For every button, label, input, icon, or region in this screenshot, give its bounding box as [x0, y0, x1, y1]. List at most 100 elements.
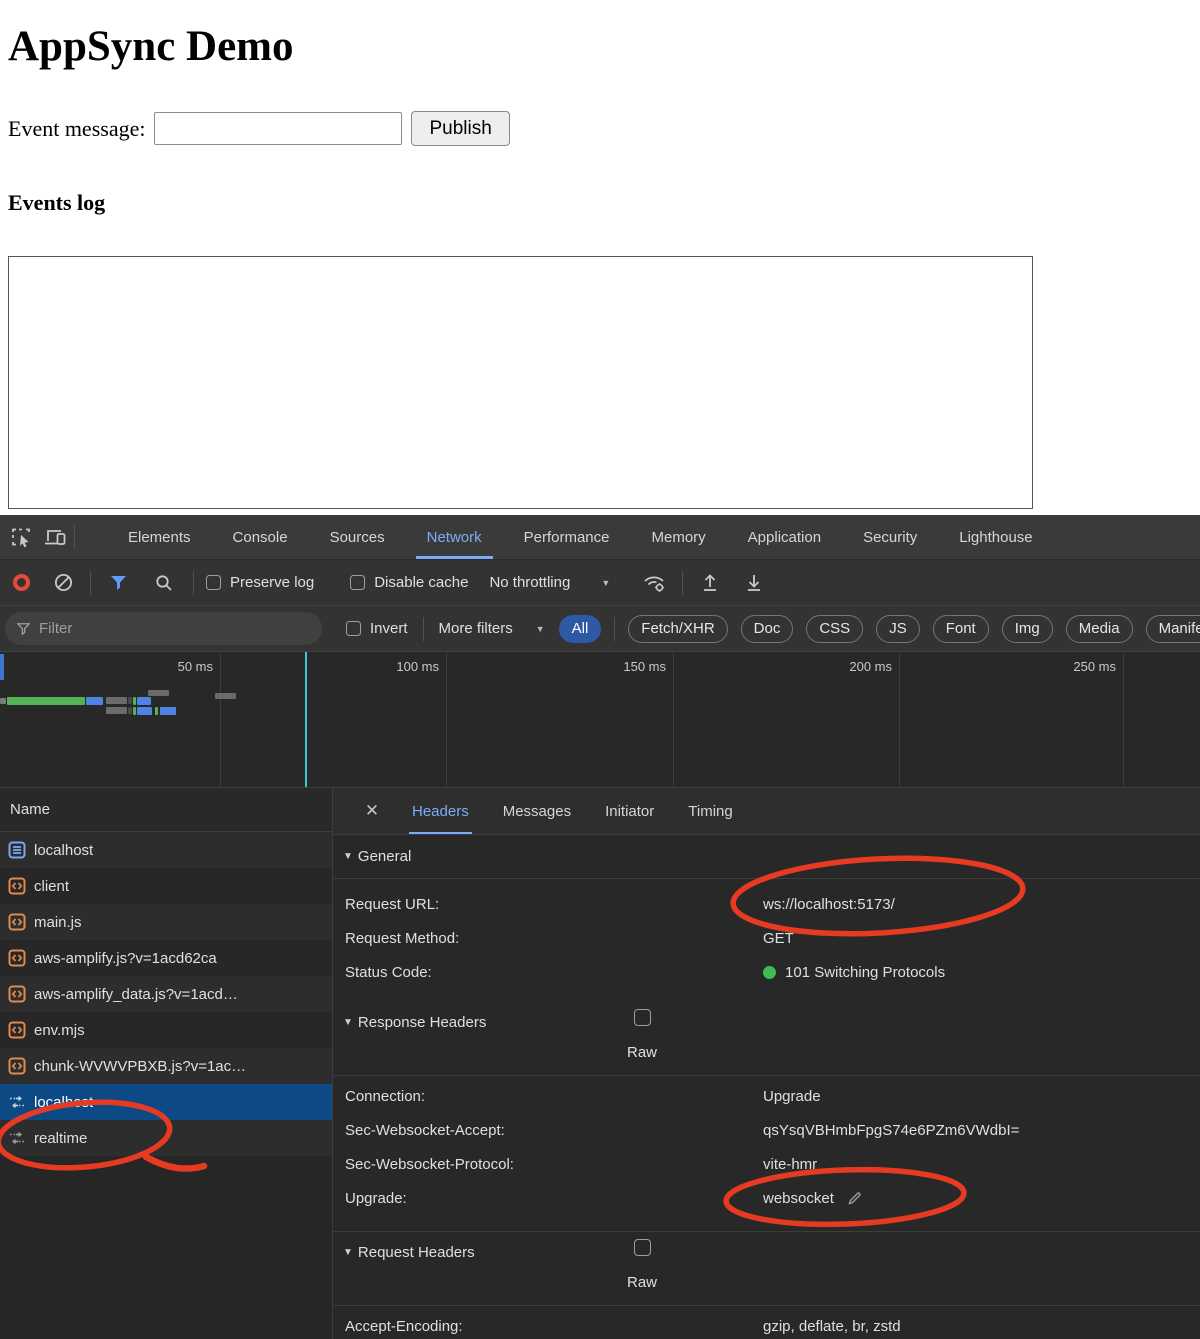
request-row-awsamplifyjsv1acd62c[interactable]: aws-amplify.js?v=1acd62ca	[0, 940, 332, 976]
tab-security[interactable]: Security	[842, 515, 938, 559]
filter-pill-media[interactable]: Media	[1066, 615, 1133, 643]
divider	[193, 571, 194, 595]
details-tab-headers[interactable]: Headers	[395, 788, 486, 834]
event-message-row: Event message: Publish	[8, 111, 1200, 146]
request-row-envmjs[interactable]: env.mjs	[0, 1012, 332, 1048]
requests-table: Name localhost client main.jsaws-amplify.j…	[0, 788, 333, 1339]
tab-sources[interactable]: Sources	[309, 515, 406, 559]
raw-checkbox[interactable]	[634, 1009, 651, 1026]
section-response-headers[interactable]: ▼ Response Headers Raw	[333, 1002, 1200, 1076]
section-general[interactable]: ▼ General	[333, 835, 1200, 879]
disable-cache-checkbox[interactable]: Disable cache	[350, 574, 468, 591]
request-row-mainjs[interactable]: main.js	[0, 904, 332, 940]
event-message-input[interactable]	[154, 112, 402, 145]
divider	[614, 617, 615, 641]
pencil-edit-icon[interactable]	[847, 1190, 863, 1206]
header-label: Request URL:	[333, 896, 763, 913]
filter-pill-css[interactable]: CSS	[806, 615, 863, 643]
clear-icon[interactable]	[46, 566, 80, 600]
header-row: Request URL:ws://localhost:5173/	[333, 887, 1200, 921]
chevron-down-icon: ▼	[601, 578, 610, 588]
details-tab-messages[interactable]: Messages	[486, 788, 588, 834]
waterfall-bar	[0, 698, 6, 704]
section-title: Request Headers	[358, 1244, 475, 1261]
waterfall-bar	[128, 697, 132, 704]
request-row-client[interactable]: client	[0, 868, 332, 904]
timeline-gridline	[446, 652, 447, 787]
request-row-localhost[interactable]: localhost	[0, 832, 332, 868]
header-value-text: GET	[763, 930, 794, 947]
events-log-box	[8, 256, 1033, 509]
record-button[interactable]	[13, 574, 30, 591]
filter-input[interactable]: Filter	[5, 612, 322, 645]
divider	[423, 617, 424, 641]
filter-pill-doc[interactable]: Doc	[741, 615, 794, 643]
waterfall-bar	[133, 697, 136, 705]
header-value-text: Upgrade	[763, 1088, 821, 1105]
checkbox-box[interactable]	[350, 575, 365, 590]
name-column-header[interactable]: Name	[0, 788, 332, 832]
invert-checkbox[interactable]: Invert	[346, 620, 408, 637]
search-icon[interactable]	[147, 566, 181, 600]
request-row-localhost[interactable]: localhost	[0, 1084, 332, 1120]
events-log-heading: Events log	[8, 190, 1200, 216]
network-overview-timeline[interactable]: 50 ms100 ms150 ms200 ms250 ms	[0, 652, 1200, 788]
tab-performance[interactable]: Performance	[503, 515, 631, 559]
script-icon	[8, 1021, 26, 1039]
tab-network[interactable]: Network	[406, 515, 503, 559]
details-tab-timing[interactable]: Timing	[671, 788, 749, 834]
inspect-element-icon[interactable]	[4, 520, 38, 554]
filter-pill-all[interactable]: All	[559, 615, 602, 643]
event-message-label: Event message:	[8, 116, 145, 142]
waterfall-bar	[133, 707, 136, 715]
disable-cache-label: Disable cache	[374, 574, 468, 591]
request-row-awsamplifydatajsv1ac[interactable]: aws-amplify_data.js?v=1acd…	[0, 976, 332, 1012]
timeline-tick-label: 150 ms	[582, 659, 666, 674]
filter-pill-img[interactable]: Img	[1002, 615, 1053, 643]
raw-label: Raw	[627, 1274, 657, 1291]
header-row: Accept-Encoding:gzip, deflate, br, zstd	[333, 1309, 1200, 1339]
publish-button[interactable]: Publish	[411, 111, 509, 146]
section-request-headers[interactable]: ▼ Request Headers Raw	[333, 1232, 1200, 1306]
filter-icon[interactable]	[101, 566, 135, 600]
preserve-log-checkbox[interactable]: Preserve log	[206, 574, 314, 591]
filter-pill-fetchxhr[interactable]: Fetch/XHR	[628, 615, 727, 643]
network-conditions-icon[interactable]	[638, 566, 672, 600]
websocket-icon	[8, 1129, 26, 1147]
device-toolbar-icon[interactable]	[38, 520, 72, 554]
tab-memory[interactable]: Memory	[631, 515, 727, 559]
header-row: Upgrade:websocket	[333, 1181, 1200, 1215]
tab-elements[interactable]: Elements	[107, 515, 212, 559]
raw-checkbox[interactable]	[634, 1239, 651, 1256]
script-icon	[8, 1057, 26, 1075]
checkbox-box[interactable]	[206, 575, 221, 590]
divider	[74, 525, 75, 549]
timeline-tick-label: 200 ms	[808, 659, 892, 674]
waterfall-bar	[106, 707, 127, 714]
more-filters-dropdown[interactable]: More filters ▼	[439, 620, 545, 637]
throttling-select[interactable]: No throttling ▼	[489, 574, 610, 591]
waterfall-bar	[86, 697, 103, 705]
checkbox-box[interactable]	[346, 621, 361, 636]
close-icon[interactable]: ✕	[357, 801, 387, 821]
header-label: Upgrade:	[333, 1190, 763, 1207]
request-name: client	[34, 878, 69, 895]
export-har-icon[interactable]	[737, 566, 771, 600]
chevron-down-icon: ▼	[536, 624, 545, 634]
network-filter-row: Filter Invert More filters ▼ All Fetch/XH…	[0, 606, 1200, 652]
tab-console[interactable]: Console	[212, 515, 309, 559]
header-label: Sec-Websocket-Accept:	[333, 1122, 763, 1139]
filter-pill-font[interactable]: Font	[933, 615, 989, 643]
import-har-icon[interactable]	[693, 566, 727, 600]
websocket-icon	[8, 1093, 26, 1111]
filter-pill-js[interactable]: JS	[876, 615, 920, 643]
header-label: Connection:	[333, 1088, 763, 1105]
header-value: Upgrade	[763, 1088, 821, 1105]
tab-lighthouse[interactable]: Lighthouse	[938, 515, 1053, 559]
triangle-down-icon: ▼	[343, 1247, 353, 1258]
request-row-chunkWVWVPBXBjsv1ac[interactable]: chunk-WVWVPBXB.js?v=1ac…	[0, 1048, 332, 1084]
filter-pill-manifest[interactable]: Manifest	[1146, 615, 1200, 643]
details-tab-initiator[interactable]: Initiator	[588, 788, 671, 834]
request-row-realtime[interactable]: realtime	[0, 1120, 332, 1156]
tab-application[interactable]: Application	[727, 515, 842, 559]
